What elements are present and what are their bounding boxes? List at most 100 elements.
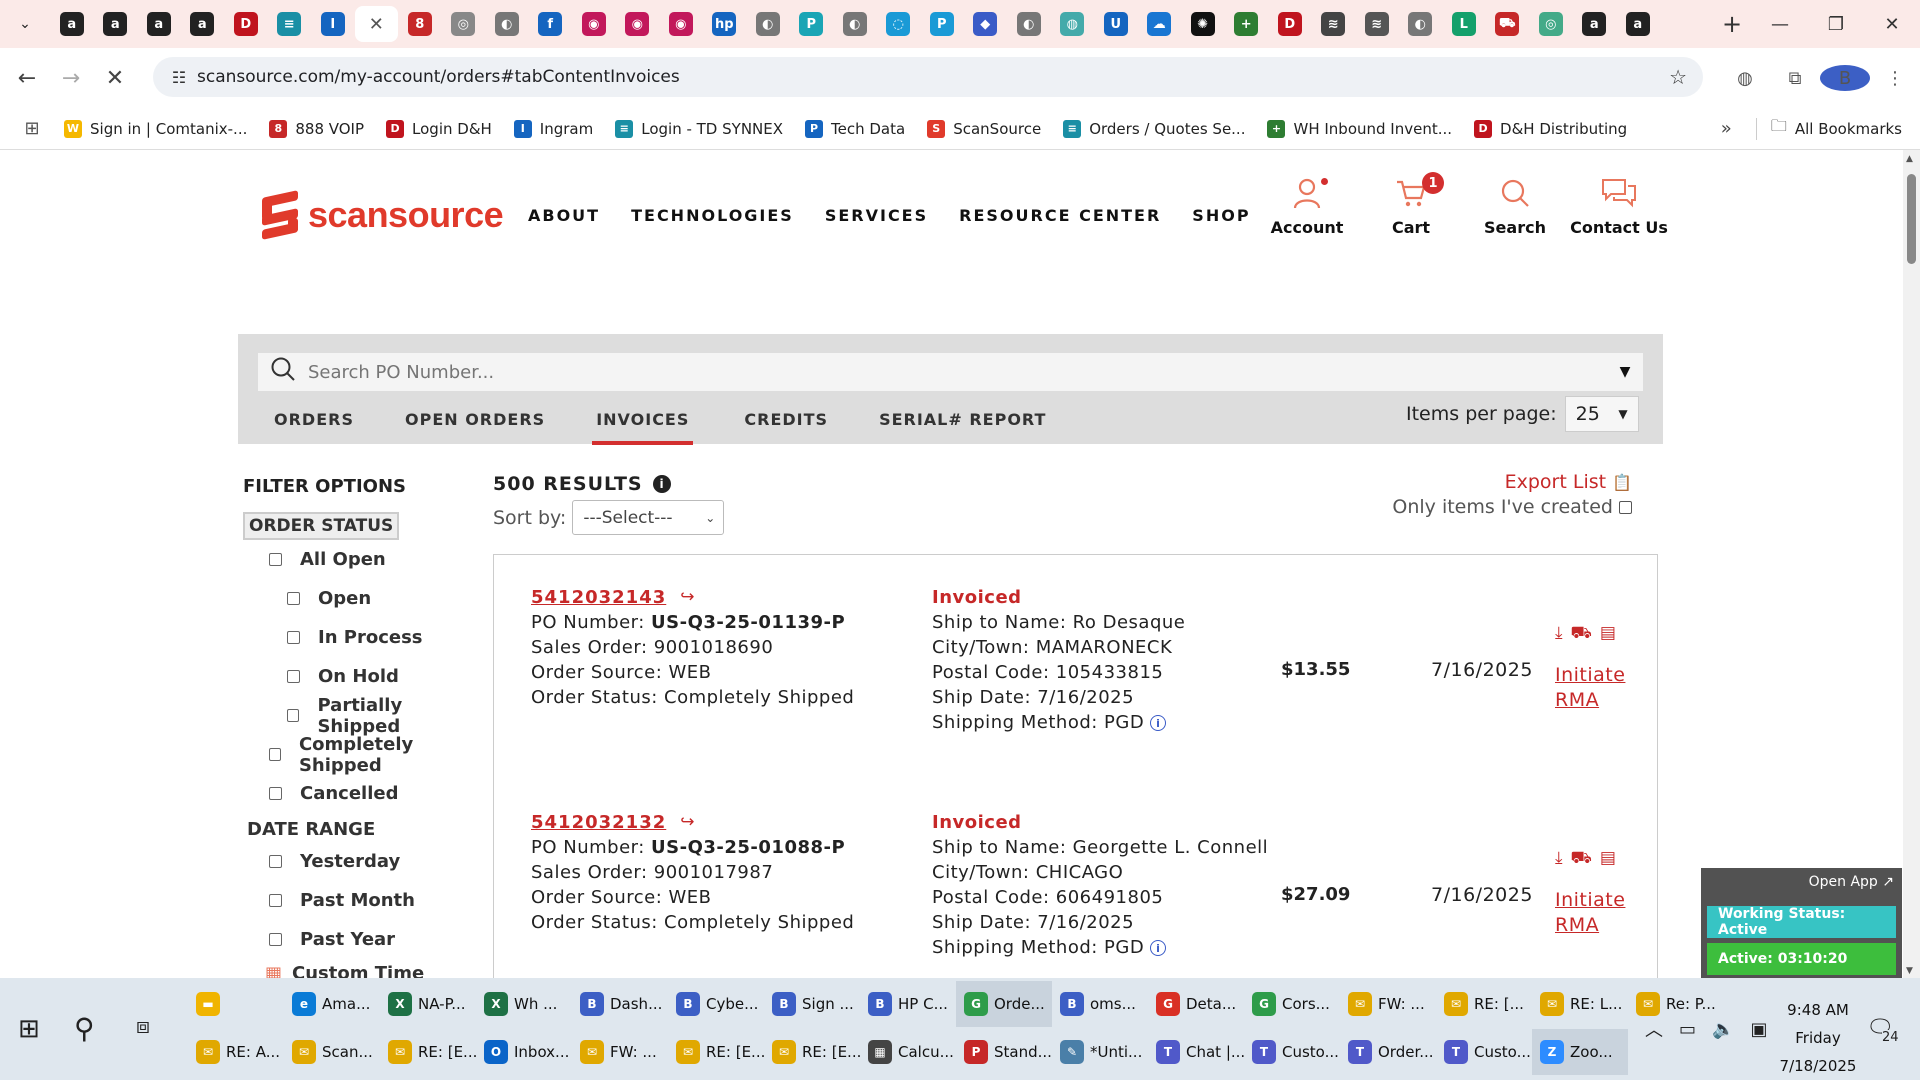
account-link[interactable]: Account — [1255, 172, 1359, 237]
taskbar-app[interactable]: B Dash... — [572, 981, 668, 1027]
browser-tab[interactable]: 8 — [398, 6, 442, 42]
all-bookmarks-button[interactable]: 🗀 All Bookmarks — [1771, 115, 1902, 142]
bookmark-item[interactable]: D Login D&H — [386, 119, 492, 138]
contact-link[interactable]: Contact Us — [1567, 172, 1671, 237]
battery-icon[interactable]: ▭ — [1679, 1019, 1696, 1040]
browser-tab[interactable]: P — [920, 6, 964, 42]
sort-by-select[interactable]: ---Select--- ⌄ — [572, 500, 725, 535]
windows-start-icon[interactable]: ⊞ — [18, 1014, 40, 1044]
taskbar-app[interactable]: ✉ RE: L... — [1532, 981, 1628, 1027]
network-icon[interactable]: ▣ — [1750, 1019, 1767, 1040]
minimize-icon[interactable]: — — [1752, 14, 1808, 35]
tab-credits[interactable]: CREDITS — [744, 399, 828, 445]
bookmark-item[interactable]: + WH Inbound Invent... — [1267, 119, 1452, 138]
more-bookmarks-icon[interactable]: » — [1721, 118, 1732, 139]
tab-orders[interactable]: ORDERS — [274, 399, 354, 445]
tab-invoices[interactable]: INVOICES — [592, 399, 694, 445]
back-arrow-icon[interactable]: ← — [5, 66, 49, 91]
taskbar-app[interactable]: ▦ Calcu... — [860, 1029, 956, 1075]
scansource-logo[interactable]: scansource — [260, 190, 504, 240]
bookmark-item[interactable]: P Tech Data — [805, 119, 905, 138]
checkbox[interactable] — [287, 631, 300, 644]
taskbar-app[interactable]: T Order... — [1340, 1029, 1436, 1075]
browser-tab[interactable]: f — [529, 6, 573, 42]
browser-tab[interactable]: D — [224, 6, 268, 42]
address-bar[interactable]: ☷ scansource.com/my-account/orders#tabCo… — [153, 57, 1703, 97]
browser-tab[interactable]: ◌ — [877, 6, 921, 42]
filter-in-process[interactable]: In Process — [243, 618, 483, 657]
browser-tab[interactable]: D — [1268, 6, 1312, 42]
browser-tab[interactable]: ◐ — [746, 6, 790, 42]
extensions-icon[interactable]: ⧉ — [1770, 68, 1820, 89]
taskbar-app[interactable]: Z Zoo... — [1532, 1029, 1628, 1075]
taskbar-app[interactable]: e Ama... — [284, 981, 380, 1027]
taskbar-app[interactable]: ✉ FW: ... — [572, 1029, 668, 1075]
info-icon[interactable]: i — [1150, 715, 1167, 731]
filter-all-open[interactable]: All Open — [243, 540, 483, 579]
taskbar-app[interactable]: ✉ RE: [E... — [668, 1029, 764, 1075]
scroll-down-arrow-icon[interactable]: ▼ — [1906, 966, 1913, 976]
document-icon[interactable]: ▤ — [1600, 623, 1616, 645]
tab-serial-report[interactable]: SERIAL# REPORT — [879, 399, 1046, 445]
browser-tab[interactable]: L — [1442, 6, 1486, 42]
download-icon[interactable]: ⤓ — [1555, 848, 1563, 870]
nav-about[interactable]: ABOUT — [528, 206, 600, 225]
nav-shop[interactable]: SHOP — [1192, 206, 1250, 225]
close-window-icon[interactable]: ✕ — [1864, 14, 1920, 35]
browser-tab[interactable]: ≋ — [1312, 6, 1356, 42]
volume-icon[interactable]: 🔈 — [1712, 1019, 1734, 1040]
browser-tab[interactable]: + — [1225, 6, 1269, 42]
taskbar-app[interactable]: P Stand... — [956, 1029, 1052, 1075]
browser-tab[interactable]: ⛟ — [1486, 6, 1530, 42]
apps-grid-icon[interactable]: ⊞ — [0, 118, 64, 139]
taskbar-app[interactable]: B Sign ... — [764, 981, 860, 1027]
taskbar-app[interactable]: Boms... — [1052, 981, 1148, 1027]
taskbar-app[interactable]: G Deta... — [1148, 981, 1244, 1027]
browser-tab[interactable]: U — [1094, 6, 1138, 42]
browser-tab[interactable]: ≡ — [268, 6, 312, 42]
filter-partially-shipped[interactable]: Partially Shipped — [243, 695, 483, 737]
taskbar-app[interactable]: ✉ FW: ... — [1340, 981, 1436, 1027]
invoice-number-link[interactable]: 5412032132 — [531, 810, 666, 835]
browser-tab[interactable]: a — [137, 6, 181, 42]
po-search-input[interactable] — [308, 361, 1607, 383]
browser-tab[interactable]: a — [1616, 6, 1660, 42]
filter-completely-shipped[interactable]: Completely Shipped — [243, 734, 483, 776]
filter-custom-time[interactable]: ▦ Custom Time — [243, 963, 483, 978]
browser-tab[interactable]: P — [790, 6, 834, 42]
taskbar-app[interactable]: ▬ — [188, 981, 284, 1027]
browser-tab[interactable]: ◐ — [1399, 6, 1443, 42]
taskbar-app[interactable]: T Chat |... — [1148, 1029, 1244, 1075]
browser-tab[interactable]: ✺ — [1181, 6, 1225, 42]
chevron-up-icon[interactable]: ︿ — [1645, 1016, 1663, 1042]
cart-link[interactable]: 1 Cart — [1359, 172, 1463, 237]
scrollbar-thumb[interactable] — [1907, 174, 1916, 264]
profile-avatar[interactable]: B — [1820, 65, 1870, 91]
truck-icon[interactable]: ⛟ — [1571, 848, 1592, 870]
document-icon[interactable]: ▤ — [1600, 848, 1616, 870]
taskbar-app[interactable]: ✉ RE: A... — [188, 1029, 284, 1075]
filter-on-hold[interactable]: On Hold — [243, 657, 483, 696]
checkbox[interactable] — [269, 553, 282, 566]
bookmark-item[interactable]: W Sign in | Comtanix-... — [64, 119, 247, 138]
bookmark-item[interactable]: I Ingram — [513, 119, 593, 138]
bookmark-item[interactable]: D D&H Distributing — [1474, 119, 1627, 138]
nav-services[interactable]: SERVICES — [825, 206, 928, 225]
taskbar-app[interactable]: ✎ *Unti... — [1052, 1029, 1148, 1075]
taskbar-app[interactable]: ✉ RE: [E... — [380, 1029, 476, 1075]
filter-past-month[interactable]: Past Month — [243, 881, 483, 920]
site-info-icon[interactable]: ☷ — [161, 68, 197, 87]
checkbox[interactable] — [269, 787, 282, 800]
share-arrow-icon[interactable]: ↪ — [680, 810, 694, 835]
checkbox[interactable] — [269, 894, 282, 907]
restore-icon[interactable]: ❐ — [1808, 14, 1864, 35]
checkbox[interactable] — [287, 592, 300, 605]
browser-tab[interactable]: ◐ — [485, 6, 529, 42]
checkbox[interactable] — [287, 709, 300, 722]
browser-tab[interactable]: ◎ — [1529, 6, 1573, 42]
browser-tab[interactable]: ☁ — [1138, 6, 1182, 42]
browser-tab[interactable]: I — [311, 6, 355, 42]
filter-past-year[interactable]: Past Year — [243, 920, 483, 959]
browser-tab[interactable]: ◐ — [1007, 6, 1051, 42]
filter-open[interactable]: Open — [243, 579, 483, 618]
